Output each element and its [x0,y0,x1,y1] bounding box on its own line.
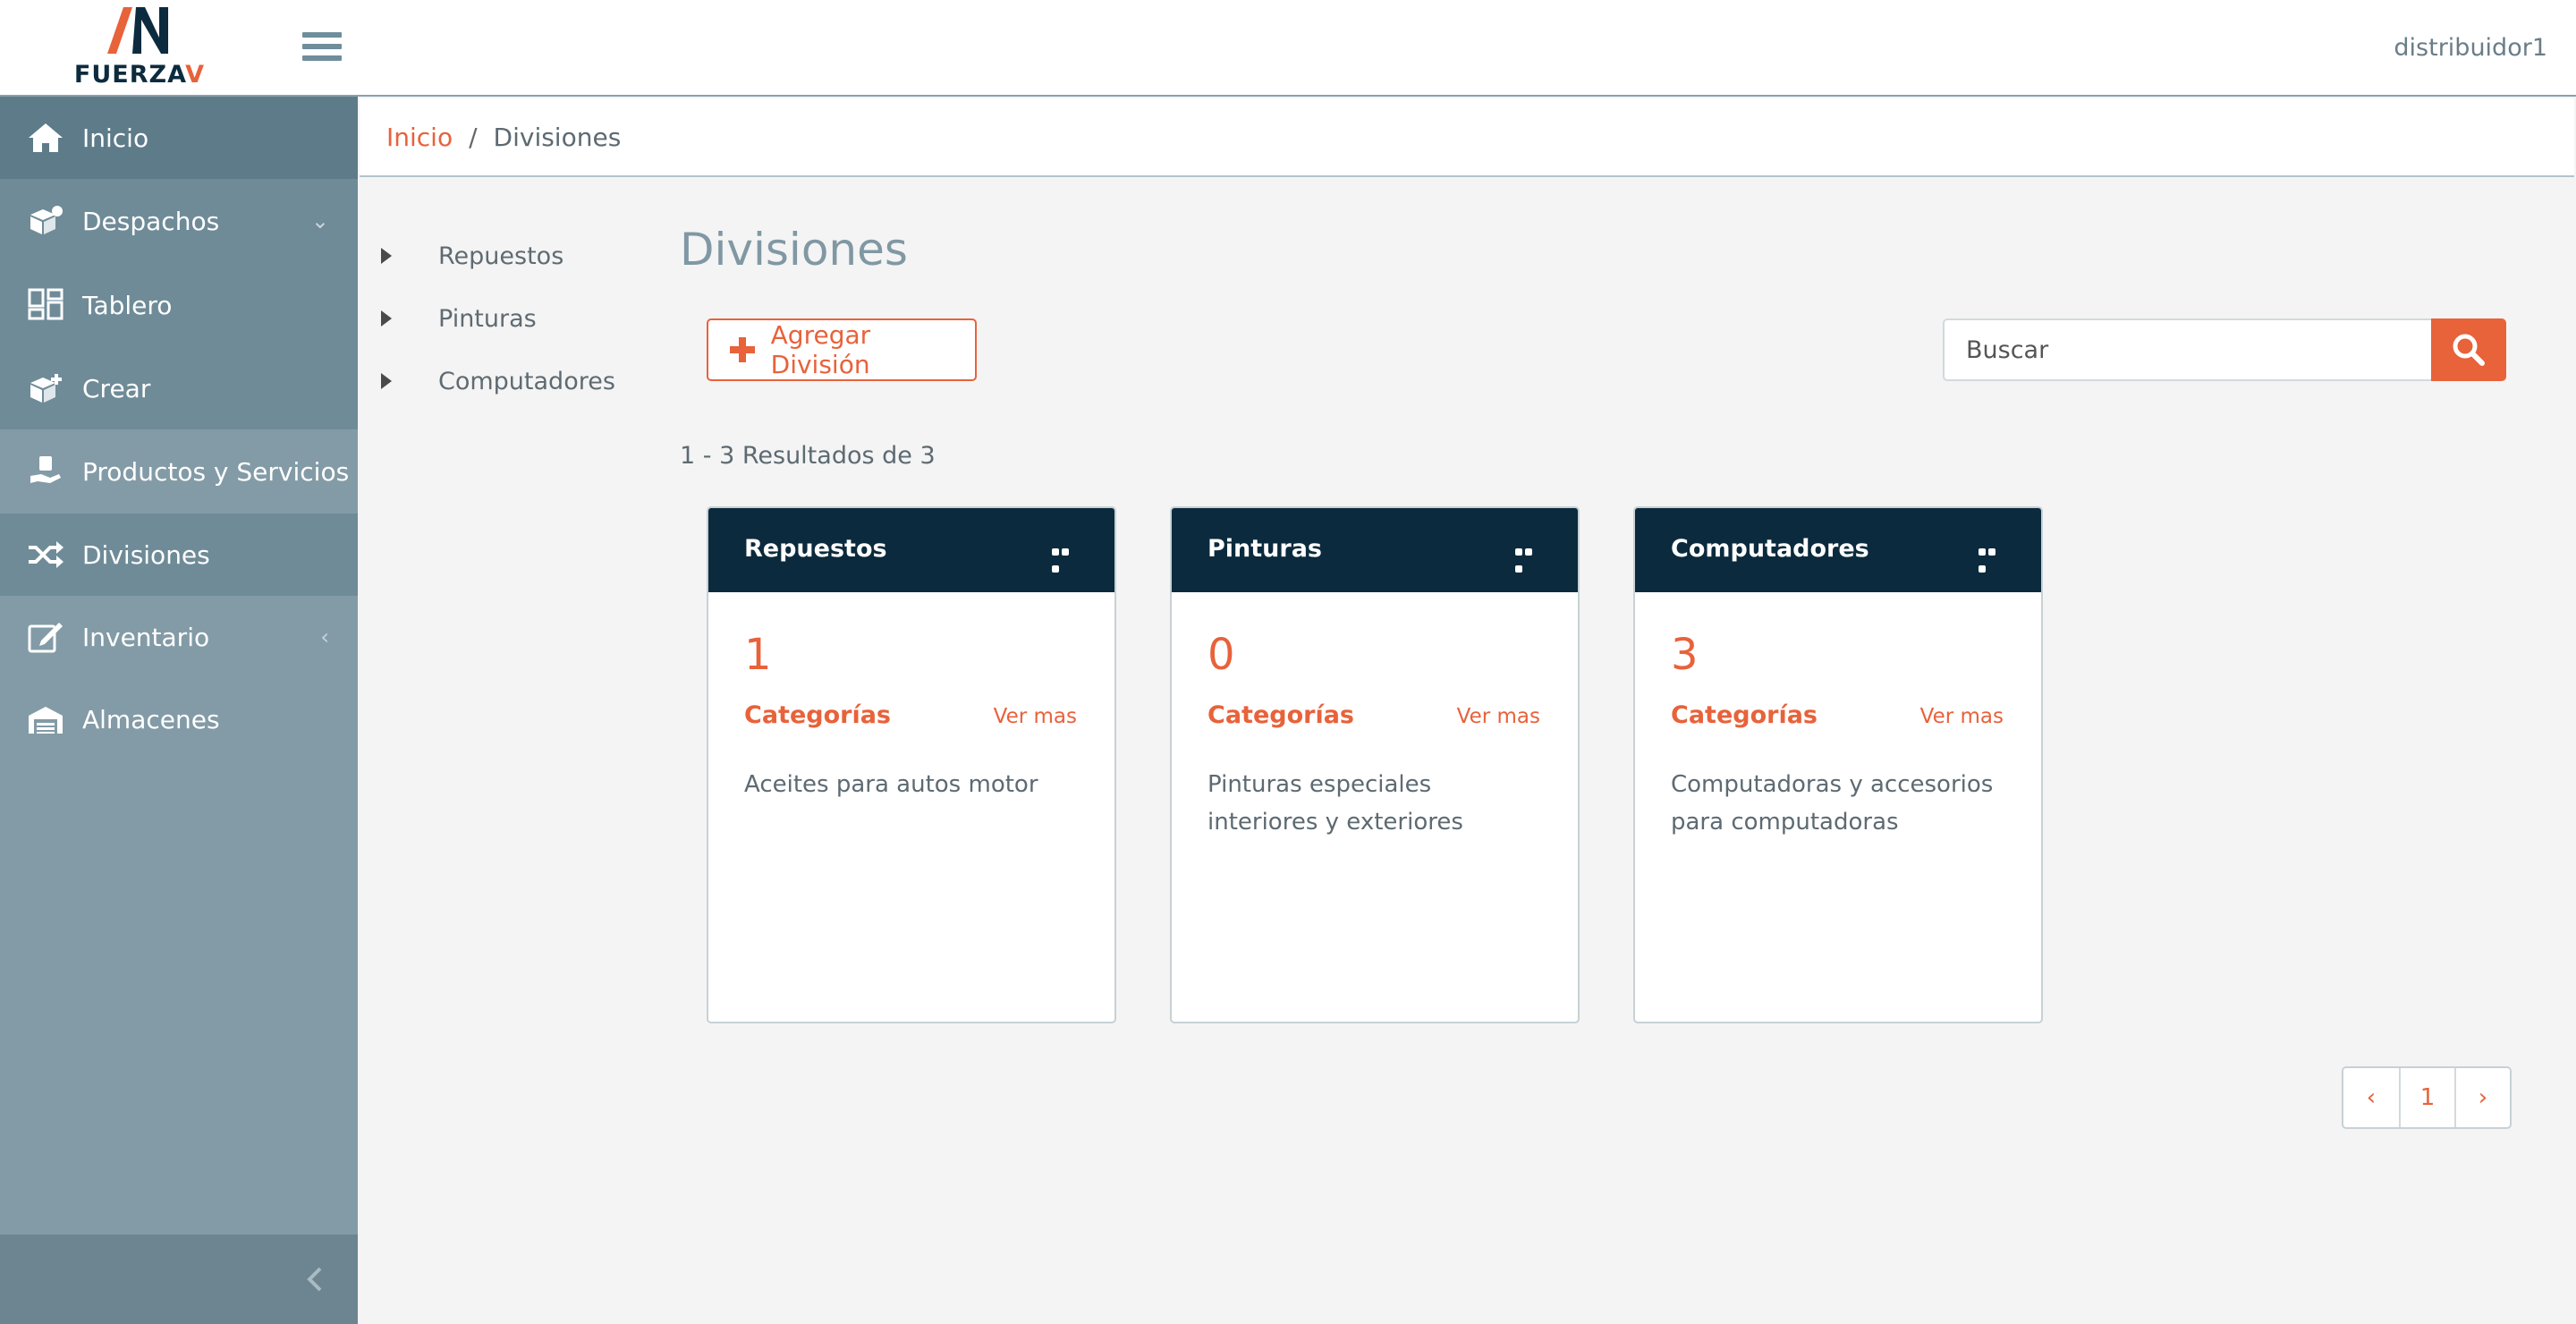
warehouse-icon [29,707,63,734]
card-description: Aceites para autos motor [744,771,1038,798]
hand-box-icon [30,456,61,483]
sidebar-item-almacenes[interactable]: Almacenes [0,678,358,760]
categories-label: Categorías [1671,701,1818,729]
more-options-icon[interactable] [1979,542,2005,573]
sidebar-item-productos[interactable]: Productos y Servicios [0,429,358,513]
more-options-icon[interactable] [1515,542,1542,573]
sidebar-item-label: Productos y Servicios [82,456,350,487]
caret-right-icon [381,373,392,389]
search-button[interactable] [2431,318,2506,381]
results-count: 1 - 3 Resultados de 3 [680,442,936,470]
boxes-icon [30,206,63,234]
chevron-left-icon: ‹ [320,624,329,649]
tree-item-label: Computadores [438,367,615,395]
breadcrumb: Inicio / Divisiones [360,98,2574,177]
sidebar-item-divisiones[interactable]: Divisiones [0,513,358,596]
search-icon [2453,334,2485,366]
tree-item-label: Pinturas [438,304,537,333]
sidebar-item-inicio[interactable]: Inicio [0,97,358,179]
caret-right-icon [381,310,392,327]
add-division-label: Agregar División [770,320,871,379]
logo-mark-icon [107,7,168,54]
search-input[interactable] [1943,318,2431,381]
tree-item-pinturas[interactable]: Pinturas [381,301,537,336]
menu-toggle-icon[interactable] [302,32,342,68]
card-title: Computadores [1671,535,1869,563]
category-count: 3 [1671,630,1699,680]
sidebar-item-despachos[interactable]: Despachos ⌄ [0,179,358,263]
sidebar-item-label: Almacenes [82,704,220,734]
breadcrumb-separator: / [469,122,478,152]
sidebar-item-tablero[interactable]: Tablero [0,263,358,347]
page-title: Divisiones [680,224,908,276]
categories-label: Categorías [744,701,891,729]
plus-icon [730,337,755,362]
division-card: Repuestos 1 Categorías Ver mas Aceites p… [707,506,1116,1023]
sidebar-item-crear[interactable]: Crear [0,347,358,429]
card-description: Computadoras y accesorios para computado… [1671,771,1994,836]
pagination-prev-button[interactable]: ‹ [2343,1068,2399,1127]
tree-item-repuestos[interactable]: Repuestos [381,238,564,274]
logo-text: FUERZAV [73,61,206,89]
breadcrumb-home-link[interactable]: Inicio [386,123,453,152]
user-menu[interactable]: distribuidor1 [2394,34,2547,62]
division-card: Computadores 3 Categorías Ver mas Comput… [1633,506,2043,1023]
division-card: Pinturas 0 Categorías Ver mas Pinturas e… [1170,506,1580,1023]
sidebar-collapse-button[interactable] [0,1235,358,1324]
categories-label: Categorías [1208,701,1354,729]
see-more-link[interactable]: Ver mas [1457,705,1540,728]
top-header: FUERZAV distribuidor1 [0,0,2576,97]
category-count: 1 [744,630,772,680]
sidebar-item-inventario[interactable]: Inventario ‹ [0,596,358,678]
search-bar [1943,318,2506,381]
pagination-page-1[interactable]: 1 [2399,1068,2454,1127]
card-header: Computadores [1635,508,2041,592]
pagination-next-button[interactable]: › [2454,1068,2510,1127]
card-title: Repuestos [744,535,887,563]
sidebar: Inicio Despachos ⌄ Tablero Crear Product… [0,97,358,1324]
dashboard-icon [28,288,64,320]
tree-item-computadores[interactable]: Computadores [381,363,615,399]
box-plus-icon [30,374,62,403]
sidebar-item-label: Divisiones [82,539,210,570]
home-icon [29,123,63,152]
see-more-link[interactable]: Ver mas [994,705,1077,728]
card-title: Pinturas [1208,535,1322,563]
sidebar-item-label: Inventario [82,622,210,652]
breadcrumb-current: Divisiones [493,122,622,152]
pagination: ‹ 1 › [2342,1066,2512,1129]
logo[interactable]: FUERZAV [70,7,209,89]
category-count: 0 [1208,630,1235,680]
caret-right-icon [381,248,392,264]
chevron-left-icon [307,1267,322,1292]
card-header: Repuestos [708,508,1114,592]
sidebar-item-label: Crear [82,373,151,403]
add-division-button[interactable]: Agregar División [707,318,977,381]
edit-square-icon [28,623,63,653]
shuffle-icon [29,541,64,568]
sidebar-item-label: Despachos [82,206,220,236]
chevron-down-icon: ⌄ [310,208,329,233]
card-description: Pinturas especiales interiores y exterio… [1208,771,1463,836]
tree-item-label: Repuestos [438,242,564,270]
card-header: Pinturas [1172,508,1578,592]
more-options-icon[interactable] [1052,542,1079,573]
see-more-link[interactable]: Ver mas [1920,705,2004,728]
sidebar-item-label: Inicio [82,123,149,153]
sidebar-item-label: Tablero [82,290,173,320]
